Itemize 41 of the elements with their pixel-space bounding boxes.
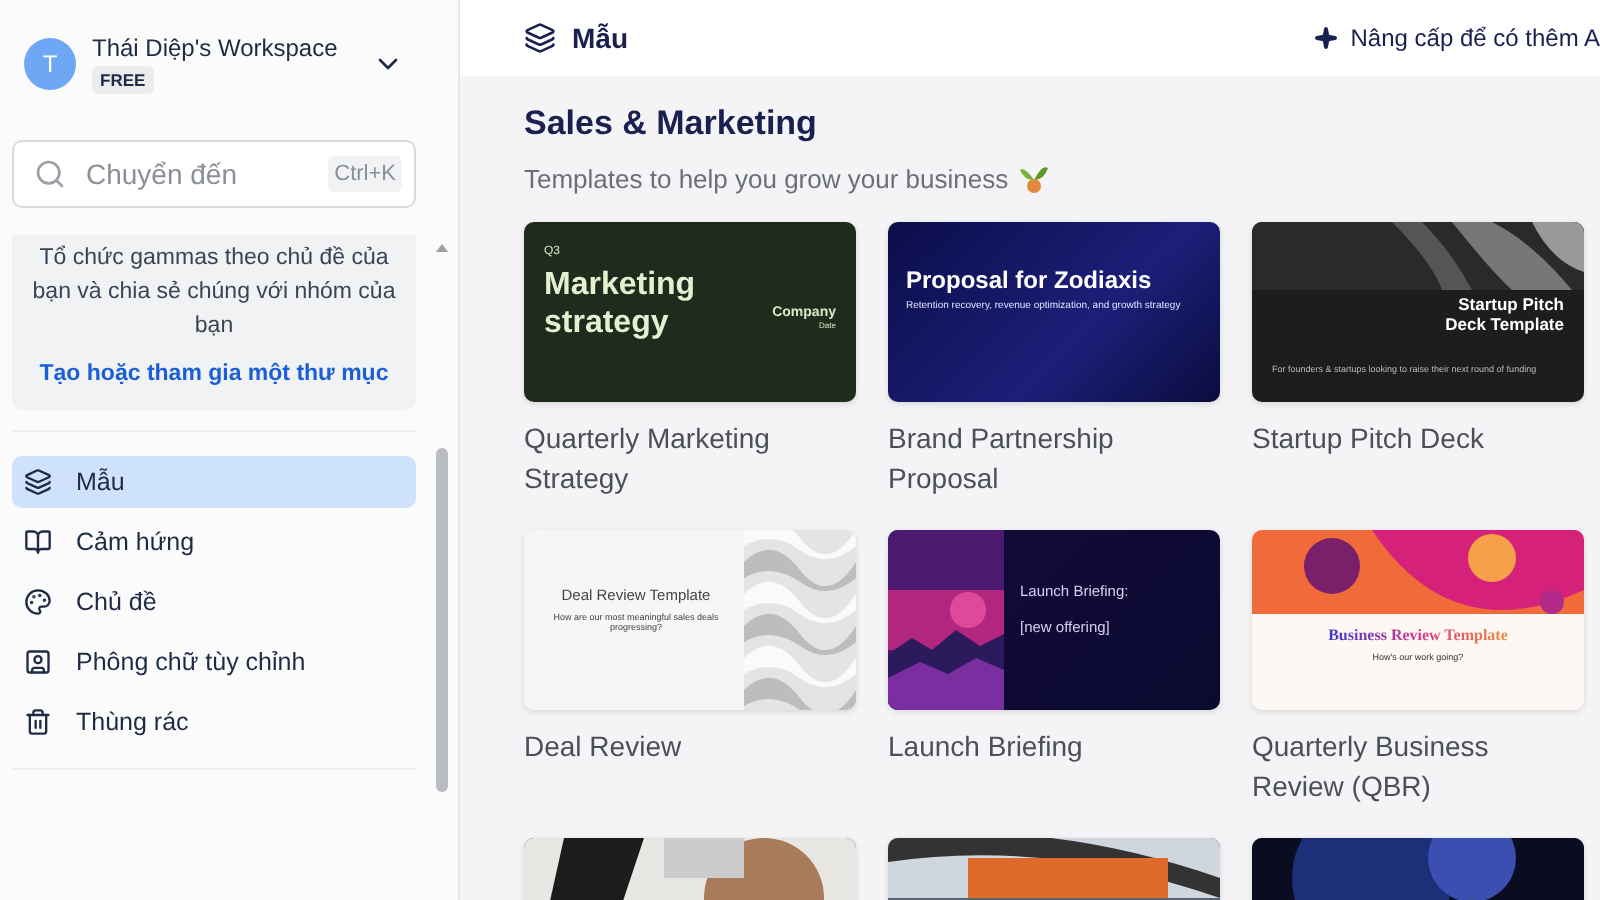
layers-icon xyxy=(524,22,556,54)
template-name[interactable]: Quarterly Marketing Strategy xyxy=(524,418,856,498)
scrollbar-thumb[interactable] xyxy=(436,448,448,792)
template-name[interactable]: Brand Partnership Proposal xyxy=(888,418,1220,498)
palette-icon xyxy=(24,588,52,616)
scroll-up-icon[interactable] xyxy=(436,244,448,252)
workspace-name[interactable]: Thái Diệp's Workspace xyxy=(92,34,356,62)
section-title: Sales & Marketing xyxy=(524,104,819,144)
nav-item[interactable]: Cảm hứng xyxy=(12,516,416,568)
search-input[interactable]: Chuyển đến xyxy=(82,156,313,192)
nav-label: Phông chữ tùy chỉnh xyxy=(76,648,306,676)
sprout-icon xyxy=(1018,162,1051,194)
nav-item[interactable]: Chủ đề xyxy=(12,576,416,628)
nav-label: Cảm hứng xyxy=(76,528,195,556)
nav-item[interactable]: Thùng rác xyxy=(12,696,416,748)
slide-title: Business Review Template xyxy=(1328,626,1508,646)
nav-label: Chủ đề xyxy=(76,588,157,616)
shortcut-hint: Ctrl+K xyxy=(328,156,402,192)
template-name[interactable]: Deal Review xyxy=(524,726,856,766)
slide-title: Proposal for Zodiaxis xyxy=(906,266,1152,295)
template-name[interactable]: Launch Briefing xyxy=(888,726,1220,766)
nav-label: Thùng rác xyxy=(76,708,189,736)
book-icon xyxy=(24,528,52,556)
trash-icon xyxy=(24,708,52,736)
nav-item[interactable]: Phông chữ tùy chỉnh xyxy=(12,636,416,688)
template-name[interactable]: Quarterly Business Review (QBR) xyxy=(1252,726,1584,806)
layers-icon xyxy=(24,468,52,496)
slide-title: Startup Pitch Deck Template xyxy=(1443,294,1564,335)
plan-badge: FREE xyxy=(92,66,154,94)
contact-icon xyxy=(24,648,52,676)
slide-title: Marketing strategy xyxy=(544,268,696,341)
nav-label: Mẫu xyxy=(76,468,125,496)
section-subtitle: Templates to help you grow your business xyxy=(524,163,1009,193)
nav-item[interactable]: Mẫu xyxy=(12,456,416,508)
page-title: Mẫu xyxy=(572,22,628,54)
folder-hint: Tổ chức gammas theo chủ đề của bạn và chia sẻ chúng với nhóm của bạn xyxy=(32,243,396,342)
upgrade-link[interactable]: Nâng cấp để có thêm A xyxy=(1314,24,1600,52)
template-name[interactable]: Startup Pitch Deck xyxy=(1252,418,1584,458)
create-folder-link[interactable]: Tạo hoặc tham gia một thư mục xyxy=(39,362,389,386)
sparkle-icon xyxy=(1314,26,1339,50)
search-icon xyxy=(34,158,66,190)
